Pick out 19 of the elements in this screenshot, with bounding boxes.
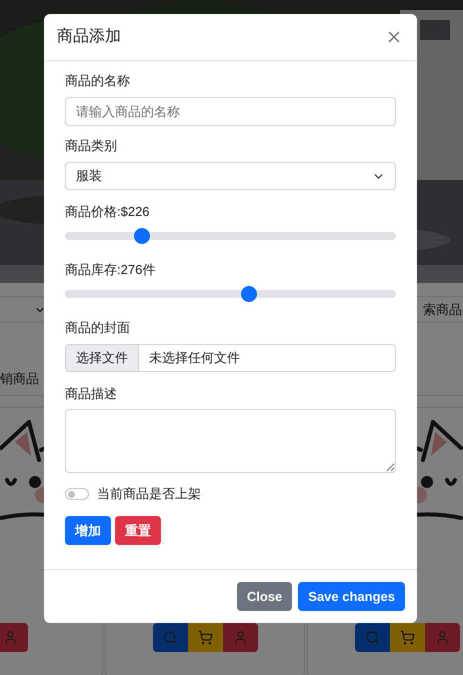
footer-button[interactable]: Save changes	[298, 582, 405, 611]
category-select[interactable]: 服装	[65, 162, 396, 190]
field-label: 商品的名称	[65, 73, 131, 89]
slider-label: 商品价格:$226	[65, 204, 151, 220]
choose-file-button[interactable]: 选择文件	[66, 345, 139, 371]
field-label: 商品描述	[65, 386, 118, 402]
search-label[interactable]: 索商品	[423, 300, 462, 320]
field-label: 商品的封面	[65, 320, 131, 336]
form-button[interactable]: 增加	[65, 516, 111, 545]
file-input[interactable]: 选择文件 未选择任何文件	[65, 344, 396, 372]
section-title: 销商品	[0, 370, 39, 388]
file-status: 未选择任何文件	[148, 349, 241, 368]
toggle-label: 当前商品是否上架	[97, 486, 201, 502]
modal-title: 商品添加	[57, 26, 121, 47]
form-button[interactable]: 重置	[115, 516, 161, 545]
name-input[interactable]: 请输入商品的名称	[65, 97, 396, 126]
field-label: 商品类别	[65, 138, 118, 154]
footer-button[interactable]: Close	[236, 582, 292, 611]
slider-label: 商品库存:276件	[65, 262, 156, 278]
